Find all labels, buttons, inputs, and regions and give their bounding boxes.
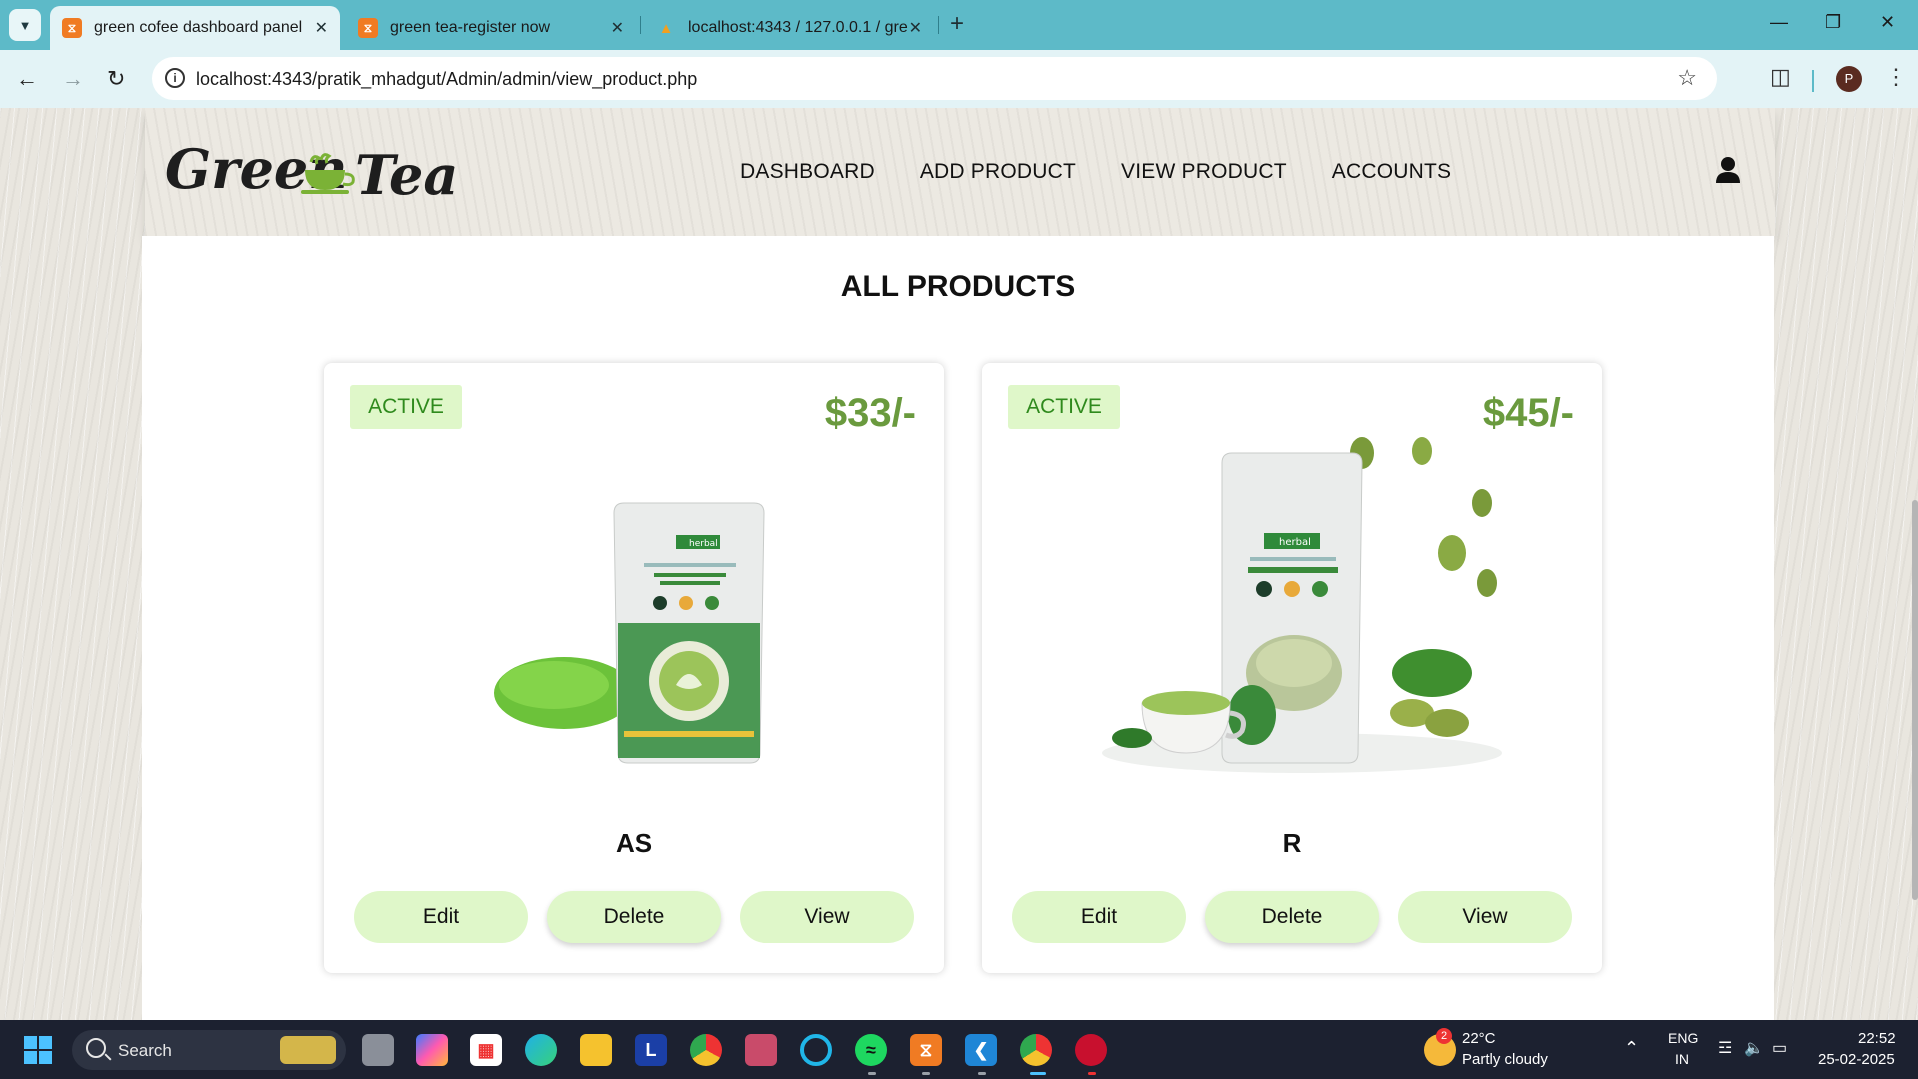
main-nav: DASHBOARD ADD PRODUCT VIEW PRODUCT ACCOU… xyxy=(740,160,1451,184)
running-indicator xyxy=(1088,1072,1096,1075)
nav-add-product-link[interactable]: ADD PRODUCT xyxy=(920,160,1076,184)
edge-icon[interactable] xyxy=(525,1034,557,1066)
url-text[interactable]: localhost:4343/pratik_mhadgut/Admin/admi… xyxy=(196,69,697,90)
close-icon[interactable]: ✕ xyxy=(315,18,328,38)
site-header: Green Tea DASHBOARD ADD PRODUCT VIEW PRO… xyxy=(145,108,1775,236)
product-name: AS xyxy=(615,828,653,858)
tab-search-button[interactable]: ▼ xyxy=(9,9,41,41)
toolbar-divider xyxy=(1812,70,1814,92)
svg-text:herbal: herbal xyxy=(1279,537,1311,548)
delete-button[interactable]: Delete xyxy=(1205,891,1379,943)
page-title: ALL PRODUCTS xyxy=(840,270,1076,303)
search-highlight-icon xyxy=(280,1036,336,1064)
nav-view-product-link[interactable]: VIEW PRODUCT xyxy=(1121,160,1287,184)
photos-app-icon[interactable] xyxy=(745,1034,777,1066)
speaker-icon[interactable]: 🔈 xyxy=(1744,1038,1764,1058)
main-content: ALL PRODUCTS ACTIVE $33/- herbal AS Edit… xyxy=(142,236,1774,1020)
tab-phpmyadmin[interactable]: ▲ localhost:4343 / 127.0.0.1 / gre ✕ xyxy=(644,6,934,50)
xampp-icon[interactable]: ⧖ xyxy=(910,1034,942,1066)
tab-strip: ▼ ⧖ green cofee dashboard panel ✕ ⧖ gree… xyxy=(0,0,1918,50)
search-label: Search xyxy=(118,1041,172,1060)
tab-divider xyxy=(640,16,641,34)
xampp-icon: ⧖ xyxy=(358,18,378,38)
user-icon[interactable] xyxy=(1715,156,1741,184)
product-image: herbal xyxy=(1102,437,1502,773)
nav-accounts-link[interactable]: ACCOUNTS xyxy=(1332,160,1451,184)
chevron-down-icon: ▼ xyxy=(18,17,32,33)
forward-arrow-icon[interactable]: → xyxy=(62,66,84,92)
site-info-icon[interactable]: i xyxy=(165,68,185,88)
close-icon[interactable]: ✕ xyxy=(909,18,922,38)
svg-text:herbal: herbal xyxy=(689,539,718,549)
more-menu-icon[interactable]: ⋮ xyxy=(1885,64,1907,90)
vscode-icon[interactable]: ❮ xyxy=(965,1034,997,1066)
product-card: ACTIVE $33/- herbal AS Edit Delete View xyxy=(324,363,944,973)
chrome-icon[interactable] xyxy=(690,1034,722,1066)
running-indicator xyxy=(868,1072,876,1075)
copilot-icon[interactable] xyxy=(416,1034,448,1066)
windows-start-icon[interactable] xyxy=(24,1036,52,1064)
opera-icon[interactable] xyxy=(1075,1034,1107,1066)
alexa-icon[interactable] xyxy=(800,1034,832,1066)
restore-icon[interactable]: ❐ xyxy=(1825,12,1841,33)
nav-dashboard-link[interactable]: DASHBOARD xyxy=(740,160,875,184)
product-image: herbal xyxy=(494,502,765,764)
extensions-puzzle-icon[interactable]: ◫ xyxy=(1770,64,1791,90)
delete-button[interactable]: Delete xyxy=(547,891,721,943)
running-indicator xyxy=(978,1072,986,1075)
weather-temp[interactable]: 22°C xyxy=(1462,1030,1496,1047)
url-input[interactable]: i localhost:4343/pratik_mhadgut/Admin/ad… xyxy=(152,57,1717,100)
close-icon[interactable]: ✕ xyxy=(611,18,624,38)
tab-title: green tea-register now xyxy=(390,19,551,36)
edit-button[interactable]: Edit xyxy=(1012,891,1186,943)
scrollbar-thumb[interactable] xyxy=(1912,500,1918,900)
spotify-icon[interactable]: ≈ xyxy=(855,1034,887,1066)
new-tab-plus-icon[interactable]: + xyxy=(950,10,964,38)
wifi-icon[interactable]: ☲ xyxy=(1718,1038,1732,1058)
language-line1[interactable]: ENG xyxy=(1668,1030,1698,1046)
view-button[interactable]: View xyxy=(740,891,914,943)
back-arrow-icon[interactable]: ← xyxy=(16,66,38,92)
xampp-icon: ⧖ xyxy=(62,18,82,38)
microsoft-store-icon[interactable]: ▦ xyxy=(470,1034,502,1066)
clock-date[interactable]: 25-02-2025 xyxy=(1818,1051,1895,1068)
profile-avatar[interactable]: P xyxy=(1836,66,1862,92)
minimize-icon[interactable]: — xyxy=(1770,12,1788,33)
language-line2[interactable]: IN xyxy=(1675,1051,1689,1067)
green-tea-logo[interactable]: Green Tea xyxy=(165,126,455,218)
search-icon xyxy=(86,1038,106,1058)
edit-button[interactable]: Edit xyxy=(354,891,528,943)
reload-icon[interactable]: ↻ xyxy=(107,66,125,92)
tab-dashboard[interactable]: ⧖ green cofee dashboard panel ✕ xyxy=(50,6,340,50)
window-close-icon[interactable]: ✕ xyxy=(1880,12,1895,33)
product-card: ACTIVE $45/- herbal R Edit Delete View xyxy=(982,363,1602,973)
l-app-icon[interactable]: L xyxy=(635,1034,667,1066)
address-bar: ← → ↻ i localhost:4343/pratik_mhadgut/Ad… xyxy=(0,50,1918,108)
windows-taskbar: Search ▦ L ≈ ⧖ ❮ 2 22°C Partly cloudy ⌃ … xyxy=(0,1020,1918,1079)
taskbar-search-box[interactable]: Search xyxy=(72,1030,346,1070)
clock-time[interactable]: 22:52 xyxy=(1858,1030,1896,1047)
view-button[interactable]: View xyxy=(1398,891,1572,943)
tab-title: green cofee dashboard panel xyxy=(94,19,303,36)
chrome-profile-icon[interactable] xyxy=(1020,1034,1052,1066)
chevron-up-icon[interactable]: ⌃ xyxy=(1624,1038,1639,1059)
weather-desc[interactable]: Partly cloudy xyxy=(1462,1051,1548,1068)
running-indicator xyxy=(922,1072,930,1075)
task-view-icon[interactable] xyxy=(362,1034,394,1066)
product-name: R xyxy=(1282,828,1302,858)
tab-title: localhost:4343 / 127.0.0.1 / gre xyxy=(688,19,908,36)
tab-divider xyxy=(938,16,939,34)
battery-icon[interactable]: ▭ xyxy=(1772,1038,1787,1058)
bookmark-star-icon[interactable]: ☆ xyxy=(1677,65,1697,91)
active-indicator xyxy=(1030,1072,1046,1075)
weather-badge: 2 xyxy=(1436,1028,1452,1044)
tab-register[interactable]: ⧖ green tea-register now ✕ xyxy=(346,6,636,50)
file-explorer-icon[interactable] xyxy=(580,1034,612,1066)
page-viewport: Green Tea DASHBOARD ADD PRODUCT VIEW PRO… xyxy=(0,108,1918,1020)
phpmyadmin-icon: ▲ xyxy=(658,19,674,37)
svg-text:Tea: Tea xyxy=(355,143,455,207)
